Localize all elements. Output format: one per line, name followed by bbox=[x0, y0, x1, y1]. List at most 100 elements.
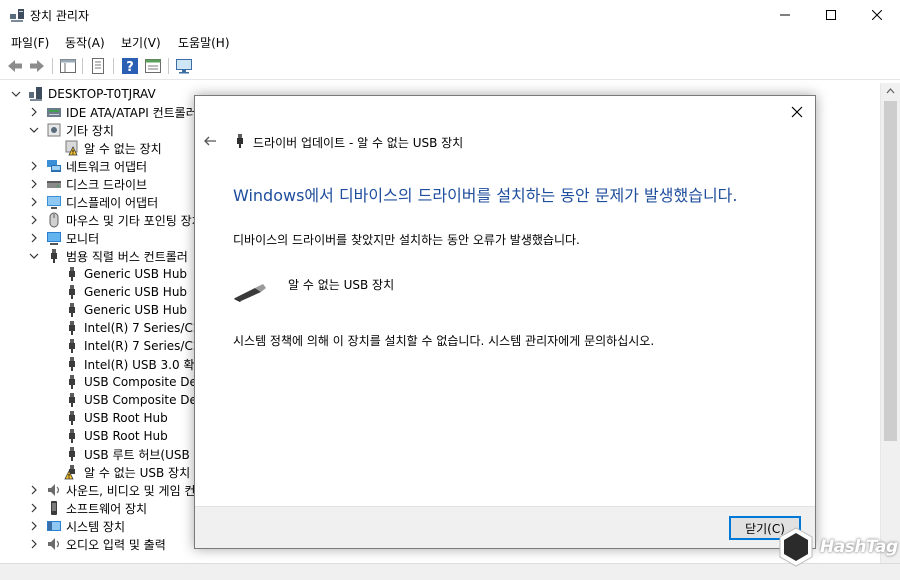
tree-item-label: 소프트웨어 장치 bbox=[66, 501, 148, 516]
chevron-right-icon[interactable] bbox=[28, 106, 40, 118]
tree-item-usb-device[interactable]: USB Root Hub bbox=[64, 409, 168, 427]
tree-item-unknown-usb-device[interactable]: 알 수 없는 USB 장치 bbox=[64, 463, 190, 481]
maximize-button[interactable] bbox=[808, 0, 854, 30]
dialog-heading: Windows에서 디바이스의 드라이버를 설치하는 동안 문제가 발생했습니다… bbox=[233, 186, 738, 205]
menu-view[interactable]: 보기(V) bbox=[121, 34, 161, 51]
tree-item-label: 오디오 입력 및 출력 bbox=[66, 537, 166, 552]
vertical-scrollbar[interactable] bbox=[880, 83, 900, 563]
help-icon[interactable]: ? bbox=[121, 57, 139, 75]
watermark-text: HashTag bbox=[820, 537, 898, 557]
device-name: 알 수 없는 USB 장치 bbox=[288, 278, 395, 292]
toolbar-separator bbox=[82, 58, 83, 74]
monitor-icon[interactable] bbox=[175, 57, 193, 75]
tree-item-label: Generic USB Hub bbox=[84, 267, 188, 281]
chevron-down-icon[interactable] bbox=[28, 124, 40, 136]
tree-item-label: 알 수 없는 USB 장치 bbox=[84, 465, 191, 480]
title-bar: 장치 관리자 bbox=[0, 0, 900, 30]
chevron-right-icon[interactable] bbox=[28, 196, 40, 208]
usb-icon bbox=[237, 134, 243, 148]
device-manager-icon bbox=[10, 9, 24, 22]
usb-icon bbox=[69, 285, 75, 299]
svg-text:?: ? bbox=[126, 60, 134, 75]
mouse-icon bbox=[49, 212, 59, 228]
usb-icon bbox=[69, 429, 75, 443]
tree-root-label: DESKTOP-T0TJRAV bbox=[48, 87, 156, 101]
minimize-icon bbox=[780, 14, 790, 16]
tree-item-label: 시스템 장치 bbox=[66, 519, 126, 534]
tree-item-ide[interactable]: IDE ATA/ATAPI 컨트롤러 bbox=[28, 103, 197, 121]
tree-item-label: Generic USB Hub bbox=[84, 303, 188, 317]
chevron-right-icon[interactable] bbox=[28, 484, 40, 496]
update-driver-dialog: 드라이버 업데이트 - 알 수 없는 USB 장치 Windows에서 디바이스… bbox=[194, 95, 816, 549]
usb-icon bbox=[69, 411, 75, 425]
tree-item-usb-controllers[interactable]: 범용 직렬 버스 컨트롤러 bbox=[28, 247, 188, 265]
tree-item-mouse[interactable]: 마우스 및 기타 포인팅 장치 bbox=[28, 211, 203, 229]
chevron-down-icon[interactable] bbox=[28, 250, 40, 262]
tree-item-usb-device[interactable]: Generic USB Hub bbox=[64, 283, 187, 301]
chevron-down-icon[interactable] bbox=[10, 88, 22, 100]
tree-item-label: IDE ATA/ATAPI 컨트롤러 bbox=[66, 105, 197, 120]
dialog-footer: 닫기(C) bbox=[195, 506, 815, 548]
dialog-breadcrumb: 드라이버 업데이트 - 알 수 없는 USB 장치 bbox=[253, 136, 464, 150]
disk-drive-icon bbox=[47, 181, 61, 188]
chevron-right-icon[interactable] bbox=[28, 214, 40, 226]
back-arrow-icon[interactable] bbox=[203, 134, 217, 148]
maximize-icon bbox=[826, 10, 836, 20]
usb-icon bbox=[69, 267, 75, 281]
show-hide-tree-icon[interactable] bbox=[59, 57, 77, 75]
status-bar bbox=[0, 563, 900, 580]
forward-arrow-icon[interactable] bbox=[28, 57, 46, 75]
back-arrow-icon[interactable] bbox=[6, 57, 24, 75]
unknown-device-warning-icon bbox=[65, 140, 78, 156]
tree-item-label: 디스크 드라이브 bbox=[66, 177, 148, 192]
tree-item-system[interactable]: 시스템 장치 bbox=[28, 517, 125, 535]
properties-icon[interactable] bbox=[89, 57, 107, 75]
chevron-right-icon[interactable] bbox=[28, 502, 40, 514]
tree-item-label: USB Root Hub bbox=[84, 429, 168, 443]
toolbar: ? bbox=[0, 52, 900, 80]
tree-item-usb-device[interactable]: USB Root Hub bbox=[64, 427, 168, 445]
tree-item-label: 기타 장치 bbox=[66, 123, 114, 138]
network-adapter-icon bbox=[47, 160, 61, 172]
tree-item-other-devices[interactable]: 기타 장치 bbox=[28, 121, 114, 139]
chevron-right-icon[interactable] bbox=[28, 160, 40, 172]
tree-item-software[interactable]: 소프트웨어 장치 bbox=[28, 499, 147, 517]
menu-bar: 파일(F) 동작(A) 보기(V) 도움말(H) bbox=[0, 30, 900, 52]
scan-hardware-icon[interactable] bbox=[144, 57, 162, 75]
tree-item-unknown-device[interactable]: 알 수 없는 장치 bbox=[64, 139, 162, 157]
usb-icon bbox=[69, 321, 75, 335]
scroll-up-arrow-icon[interactable] bbox=[886, 87, 895, 95]
usb-icon bbox=[69, 375, 75, 389]
tree-item-monitor[interactable]: 모니터 bbox=[28, 229, 99, 247]
tree-item-audio-io[interactable]: 오디오 입력 및 출력 bbox=[28, 535, 166, 553]
chevron-right-icon[interactable] bbox=[28, 232, 40, 244]
chevron-right-icon[interactable] bbox=[28, 178, 40, 190]
close-icon[interactable] bbox=[789, 104, 805, 120]
tree-item-label: Generic USB Hub bbox=[84, 285, 188, 299]
minimize-button[interactable] bbox=[762, 0, 808, 30]
chevron-right-icon[interactable] bbox=[28, 520, 40, 532]
menu-action[interactable]: 동작(A) bbox=[65, 34, 105, 51]
chevron-right-icon[interactable] bbox=[28, 538, 40, 550]
software-device-icon bbox=[51, 501, 57, 515]
tree-item-display[interactable]: 디스플레이 어댑터 bbox=[28, 193, 158, 211]
usb-icon bbox=[69, 393, 75, 407]
usb-icon bbox=[69, 357, 75, 371]
usb-icon bbox=[69, 447, 75, 461]
toolbar-separator bbox=[168, 58, 169, 74]
tree-item-label: 모니터 bbox=[66, 231, 100, 246]
tree-item-label: 네트워크 어댑터 bbox=[66, 159, 148, 174]
tree-item-label: 디스플레이 어댑터 bbox=[66, 195, 159, 210]
tree-item-disk[interactable]: 디스크 드라이브 bbox=[28, 175, 147, 193]
tree-item-usb-device[interactable]: Generic USB Hub bbox=[64, 265, 187, 283]
menu-help[interactable]: 도움말(H) bbox=[178, 34, 230, 51]
dialog-message: 디바이스의 드라이버를 찾았지만 설치하는 동안 오류가 발생했습니다. bbox=[233, 233, 580, 247]
tree-root[interactable]: DESKTOP-T0TJRAV bbox=[10, 85, 156, 103]
close-window-button[interactable] bbox=[854, 0, 900, 30]
tree-item-usb-device[interactable]: Generic USB Hub bbox=[64, 301, 187, 319]
speaker-icon bbox=[48, 484, 60, 496]
system-device-icon bbox=[47, 521, 61, 531]
scrollbar-thumb[interactable] bbox=[884, 101, 897, 441]
menu-file[interactable]: 파일(F) bbox=[11, 34, 49, 51]
tree-item-network[interactable]: 네트워크 어댑터 bbox=[28, 157, 147, 175]
